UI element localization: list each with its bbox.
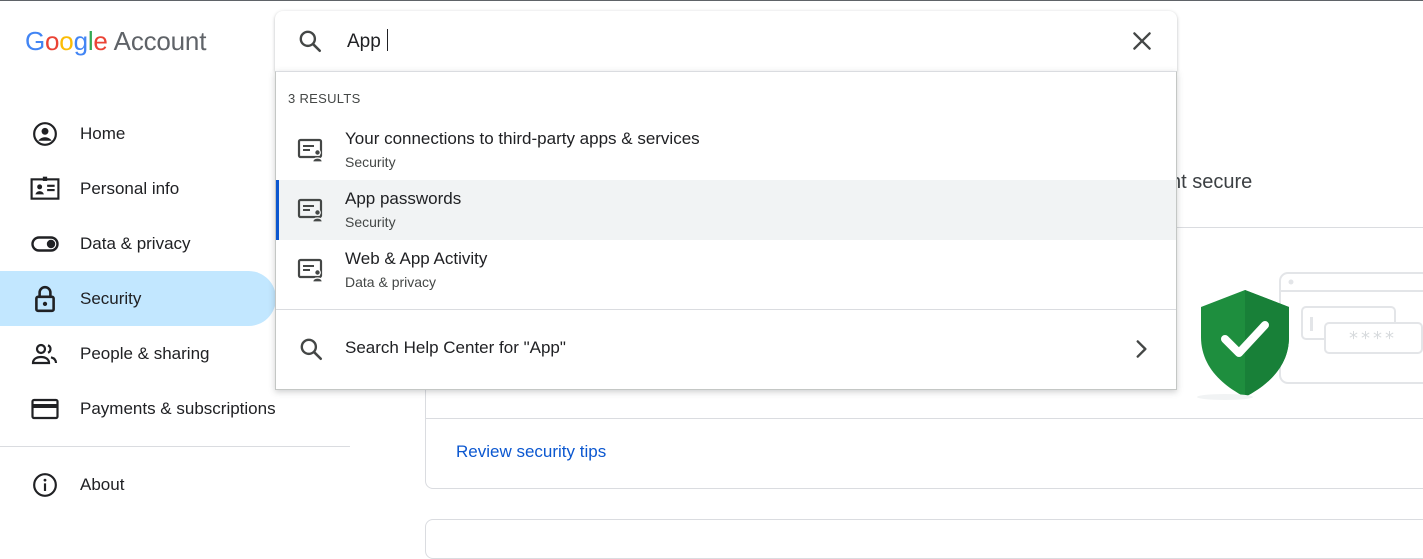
- sidebar-item-label: Personal info: [80, 178, 180, 198]
- sidebar-item-label: Data & privacy: [80, 233, 191, 253]
- search-icon: [298, 336, 324, 362]
- settings-page-icon: [297, 197, 325, 223]
- search-icon[interactable]: [297, 28, 323, 54]
- search-input-value: App: [347, 31, 381, 52]
- result-title: Web & App Activity: [345, 249, 488, 268]
- close-icon[interactable]: [1129, 28, 1155, 54]
- page-subtitle-fragment: nt secure: [1170, 171, 1253, 193]
- search-result-item[interactable]: Web & App Activity Data & privacy: [276, 240, 1176, 300]
- lock-icon: [30, 284, 60, 314]
- credit-card-icon: [30, 394, 60, 424]
- search-result-item[interactable]: Your connections to third-party apps & s…: [276, 120, 1176, 180]
- review-security-tips-link[interactable]: Review security tips: [456, 442, 606, 462]
- nav-divider: [0, 446, 350, 447]
- text-caret: [386, 29, 388, 51]
- password-mask-text: ****: [1349, 328, 1397, 349]
- sidebar-item-label: Home: [80, 123, 126, 143]
- sidebar-item-label: People & sharing: [80, 343, 210, 363]
- result-section: Data & privacy: [345, 274, 437, 290]
- dropdown-divider: [276, 309, 1176, 310]
- sidebar-item-label: Payments & subscriptions: [80, 398, 276, 418]
- info-icon: [30, 470, 60, 500]
- result-title: Your connections to third-party apps & s…: [345, 129, 700, 148]
- google-account-logo[interactable]: Google Account: [25, 26, 206, 57]
- toggle-icon: [30, 229, 60, 259]
- account-label: Account: [113, 26, 207, 56]
- help-center-label: Search Help Center for "App": [345, 338, 566, 357]
- result-title: App passwords: [345, 189, 462, 208]
- card-divider: [426, 418, 1423, 419]
- people-icon: [30, 339, 60, 369]
- results-count: 3 RESULTS: [288, 91, 361, 106]
- settings-page-icon: [297, 257, 325, 283]
- search-results-dropdown: 3 RESULTS Your connections to third-part…: [275, 71, 1177, 390]
- chevron-right-icon: [1128, 336, 1154, 362]
- next-card: [425, 519, 1423, 559]
- sidebar-item-about[interactable]: About: [0, 457, 350, 512]
- search-input[interactable]: App: [347, 29, 388, 53]
- search-result-item-highlighted[interactable]: App passwords Security: [276, 180, 1176, 240]
- settings-page-icon: [297, 137, 325, 163]
- sidebar-item-label: Security: [80, 288, 142, 308]
- id-card-icon: [30, 174, 60, 204]
- google-wordmark: Google: [25, 26, 108, 56]
- result-section: Security: [345, 154, 396, 170]
- search-box[interactable]: App: [275, 11, 1177, 71]
- sidebar-item-label: About: [80, 474, 125, 494]
- security-illustration: ****: [1195, 271, 1423, 401]
- sidebar-item-security[interactable]: Security: [0, 271, 276, 326]
- result-section: Security: [345, 214, 396, 230]
- home-account-icon: [30, 119, 60, 149]
- search-help-center-item[interactable]: Search Help Center for "App": [276, 320, 1176, 378]
